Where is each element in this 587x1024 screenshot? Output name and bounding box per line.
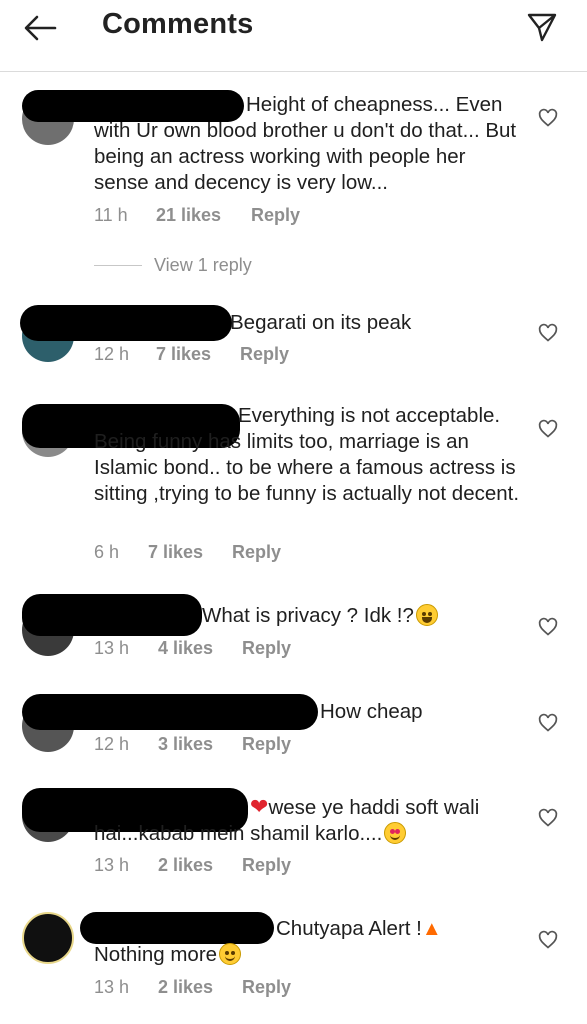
comment-text: What is privacy ? Idk !?	[94, 603, 524, 629]
comment-text: Begarati on its peak	[230, 311, 412, 334]
comment-likes[interactable]: 2 likes	[158, 977, 242, 998]
page-title: Comments	[102, 8, 254, 40]
comment-time: 13 h	[94, 638, 130, 658]
share-button[interactable]	[522, 8, 562, 46]
laughing-emoji-icon	[415, 604, 438, 626]
comment-meta: 6 h 7 likes Reply	[94, 542, 281, 563]
heart-like-icon[interactable]	[538, 419, 558, 439]
comment-time: 13 h	[94, 977, 130, 997]
comment-text: Chutyapa Alert !▲ Nothing more	[94, 917, 442, 966]
reply-button[interactable]: Reply	[242, 638, 291, 659]
comment-likes[interactable]: 4 likes	[158, 638, 242, 659]
reply-button[interactable]: Reply	[240, 344, 289, 365]
comment-meta: 13 h 2 likes Reply	[94, 977, 291, 998]
reply-button[interactable]: Reply	[242, 977, 291, 998]
comment-text: Height of cheapness... Even with Ur own …	[94, 93, 517, 194]
heart-like-icon[interactable]	[538, 617, 558, 637]
arrow-left-icon	[24, 15, 57, 41]
reply-button[interactable]: Reply	[232, 542, 281, 563]
red-heart-emoji-icon: ❤	[250, 794, 269, 819]
reply-button[interactable]: Reply	[242, 855, 291, 876]
heart-like-icon[interactable]	[538, 808, 558, 828]
reply-button[interactable]: Reply	[251, 205, 300, 226]
comment-meta: 12 h 7 likes Reply	[94, 344, 289, 365]
reply-button[interactable]: Reply	[242, 734, 291, 755]
comment-time: 11 h	[94, 205, 128, 225]
heart-like-icon[interactable]	[538, 930, 558, 950]
comment-text: ❤wese ye haddi soft wali hai...kabab mei…	[94, 794, 480, 845]
heart-like-icon[interactable]	[538, 108, 558, 128]
heart-eyes-emoji-icon	[384, 822, 407, 844]
comment-likes[interactable]: 21 likes	[156, 205, 251, 226]
comment-time: 12 h	[94, 734, 130, 754]
comment-meta: 13 h 4 likes Reply	[94, 638, 291, 659]
comment-likes[interactable]: 7 likes	[156, 344, 240, 365]
comment-text: How cheap	[320, 700, 423, 723]
comment-likes[interactable]: 2 likes	[158, 855, 242, 876]
heart-like-icon[interactable]	[538, 323, 558, 343]
view-replies-link[interactable]: View 1 reply	[94, 255, 252, 276]
comment-likes[interactable]: 3 likes	[158, 734, 242, 755]
comment-text: Everything is not acceptable. Being funn…	[94, 404, 520, 505]
smiling-emoji-icon	[219, 943, 242, 965]
avatar[interactable]	[22, 912, 74, 964]
comment-time: 12 h	[94, 344, 130, 364]
comment-meta: 12 h 3 likes Reply	[94, 734, 291, 755]
comment-time: 6 h	[94, 542, 120, 562]
send-paper-plane-icon	[527, 13, 557, 42]
comment-likes[interactable]: 7 likes	[148, 542, 232, 563]
comment-meta: 11 h 21 likes Reply	[94, 205, 300, 226]
top-bar: Comments	[0, 0, 587, 72]
comment-time: 13 h	[94, 855, 130, 875]
fire-emoji-icon: ▲	[421, 918, 442, 940]
divider-line	[94, 265, 142, 266]
comment-meta: 13 h 2 likes Reply	[94, 855, 291, 876]
back-button[interactable]	[20, 10, 60, 46]
heart-like-icon[interactable]	[538, 713, 558, 733]
